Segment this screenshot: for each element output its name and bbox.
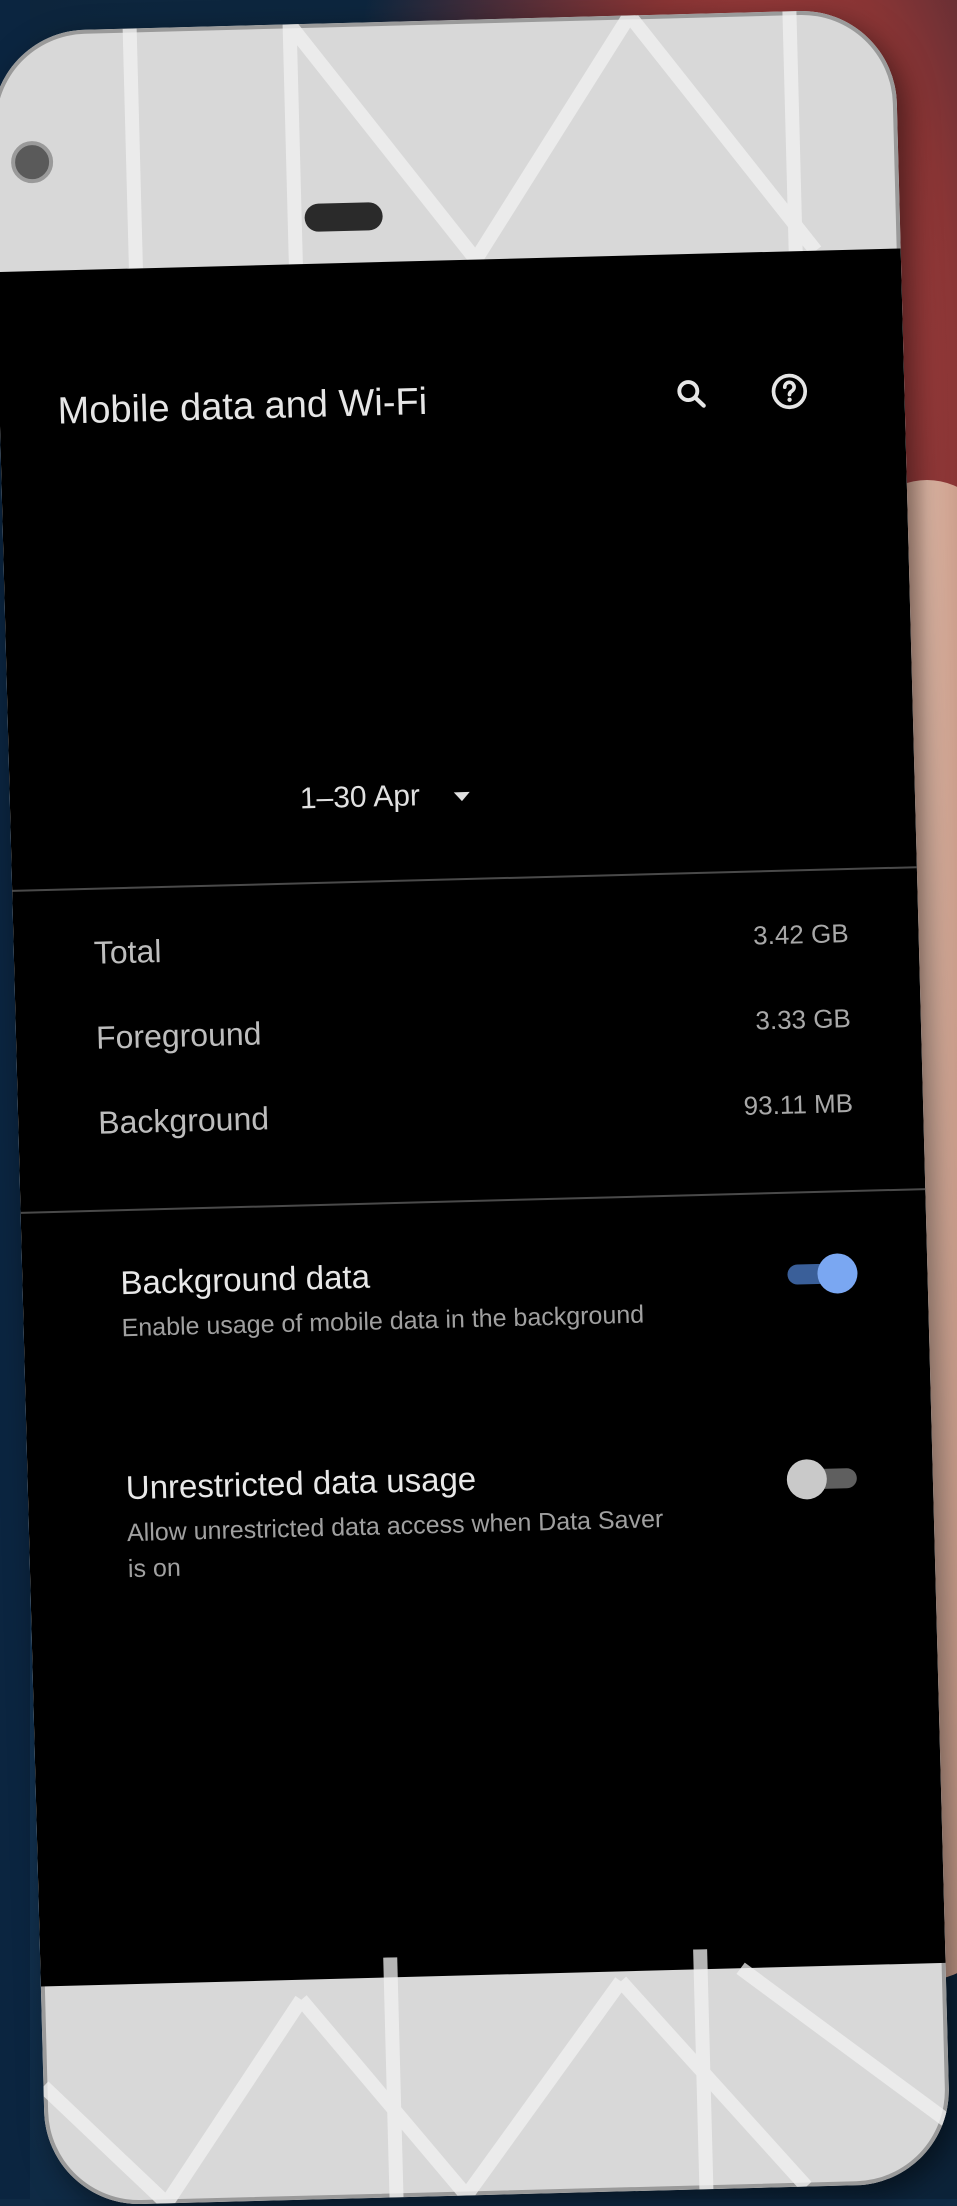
setting-subtitle: Allow unrestricted data access when Data… — [126, 1505, 664, 1584]
setting-subtitle: Enable usage of mobile data in the backg… — [121, 1300, 645, 1343]
period-selector[interactable]: 1–30 Apr — [299, 778, 471, 816]
setting-title: Background data — [119, 1257, 371, 1302]
period-label: 1–30 Apr — [299, 779, 421, 816]
divider — [12, 866, 917, 892]
search-icon — [677, 380, 706, 408]
help-icon — [771, 373, 808, 410]
toggle-thumb — [786, 1458, 828, 1500]
usage-value: 93.11 MB — [743, 1087, 854, 1121]
usage-row-background: Background 93.11 MB — [98, 1085, 854, 1142]
help-button[interactable] — [759, 361, 821, 423]
screen: Mobile data and Wi-Fi 1–30 Apr Total 3.4… — [0, 248, 946, 1987]
usage-label: Background — [97, 1100, 270, 1141]
setting-background-data[interactable]: Background data Enable usage of mobile d… — [120, 1245, 859, 1346]
usage-label: Foreground — [95, 1015, 262, 1056]
bezel-top-pattern — [0, 9, 901, 273]
setting-unrestricted-data[interactable]: Unrestricted data usage Allow unrestrict… — [125, 1450, 865, 1587]
background-data-toggle[interactable] — [781, 1252, 858, 1295]
search-button[interactable] — [661, 363, 723, 425]
page-title: Mobile data and Wi-Fi — [57, 380, 428, 433]
usage-label: Total — [93, 933, 162, 971]
phone-device: Mobile data and Wi-Fi 1–30 Apr Total 3.4… — [0, 8, 952, 2206]
caret-down-icon — [453, 791, 471, 801]
earpiece-speaker — [304, 201, 383, 233]
usage-row-total: Total 3.42 GB — [93, 915, 849, 972]
unrestricted-data-toggle[interactable] — [786, 1458, 863, 1500]
toggle-thumb — [816, 1252, 858, 1294]
usage-row-foreground: Foreground 3.33 GB — [96, 1000, 852, 1057]
usage-value: 3.33 GB — [755, 1003, 852, 1036]
setting-title: Unrestricted data usage — [125, 1459, 477, 1507]
divider — [20, 1188, 926, 1214]
usage-value: 3.42 GB — [752, 918, 849, 951]
bezel-bottom-pattern — [40, 1943, 952, 2206]
